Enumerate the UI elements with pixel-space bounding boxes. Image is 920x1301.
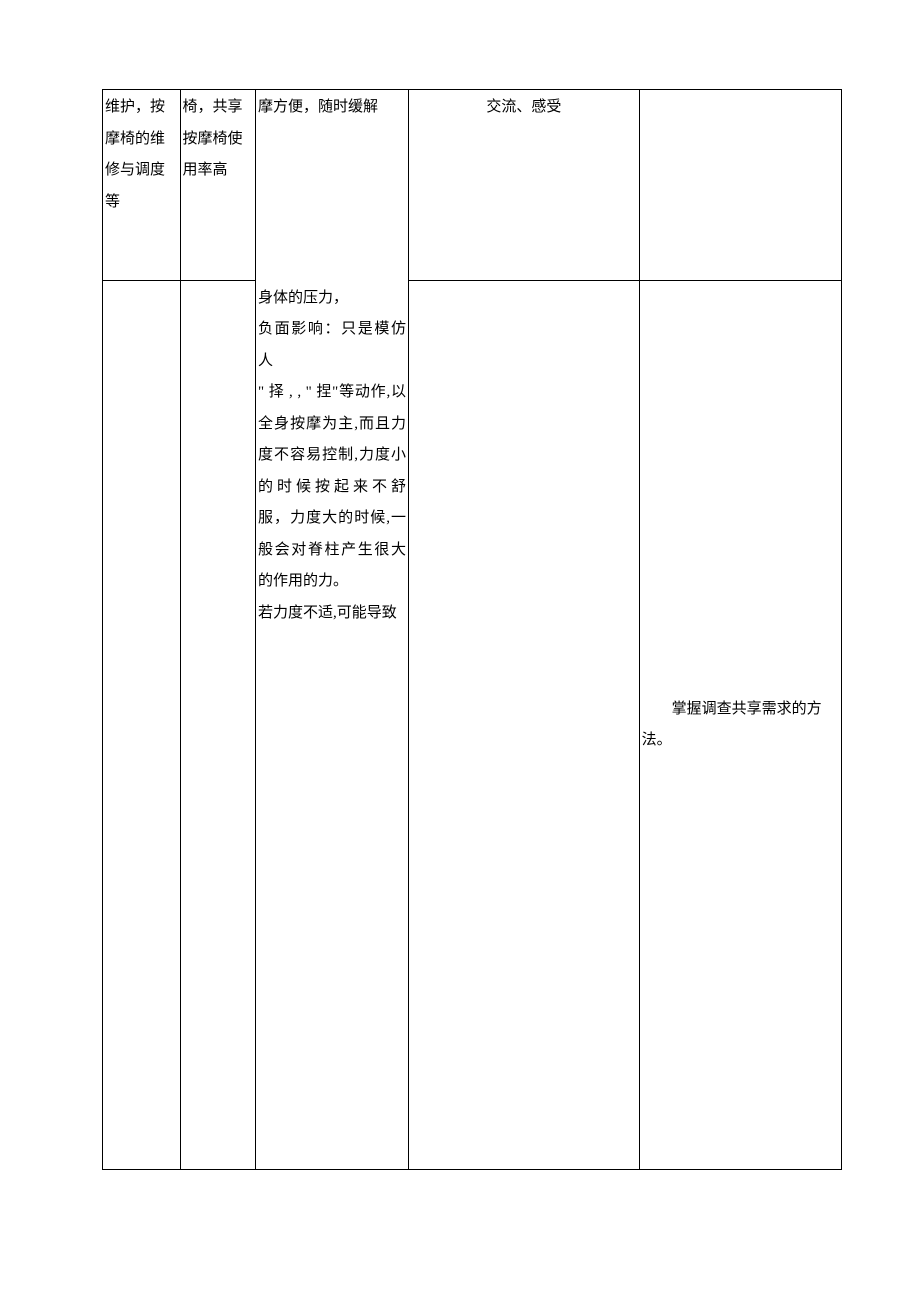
cell-text: 椅，共享按摩椅使用率高 (183, 92, 254, 187)
content-table: 维护，按摩椅的维修与调度等 椅，共享按摩椅使用率高 摩方便，随时缓解 交流、感受 (102, 89, 842, 1170)
cell-col3-b: 身体的压力， 负面影响：只是模仿人 " 择 , , " 捏"等动作,以全身按摩为… (256, 281, 409, 1170)
cell-col4-a2 (409, 228, 640, 281)
cell-text: 掌握调查共享需求的方法。 (642, 694, 839, 757)
cell-text: 维护，按摩椅的维修与调度等 (105, 92, 178, 218)
cell-col3: 摩方便，随时缓解 (256, 90, 409, 281)
cell-col2: 椅，共享按摩椅使用率高 (180, 90, 256, 281)
table-row: 身体的压力， 负面影响：只是模仿人 " 择 , , " 捏"等动作,以全身按摩为… (103, 281, 842, 1170)
cell-col4-a: 交流、感受 (409, 90, 640, 228)
cell-col1: 维护，按摩椅的维修与调度等 (103, 90, 181, 281)
cell-text: 交流、感受 (411, 92, 637, 124)
cell-col5-b: 掌握调查共享需求的方法。 (639, 281, 841, 1170)
cell-col4-b (409, 281, 640, 1170)
table-wrap: 维护，按摩椅的维修与调度等 椅，共享按摩椅使用率高 摩方便，随时缓解 交流、感受 (102, 89, 842, 1170)
cell-col5-a (639, 90, 841, 228)
cell-text: 身体的压力， 负面影响：只是模仿人 " 择 , , " 捏"等动作,以全身按摩为… (258, 283, 406, 630)
page: 维护，按摩椅的维修与调度等 椅，共享按摩椅使用率高 摩方便，随时缓解 交流、感受 (0, 0, 920, 1301)
table-row: 维护，按摩椅的维修与调度等 椅，共享按摩椅使用率高 摩方便，随时缓解 交流、感受 (103, 90, 842, 228)
cell-col5-a2 (639, 228, 841, 281)
cell-col1-b (103, 281, 181, 1170)
cell-text: 摩方便，随时缓解 (258, 92, 406, 124)
cell-col2-b (180, 281, 256, 1170)
